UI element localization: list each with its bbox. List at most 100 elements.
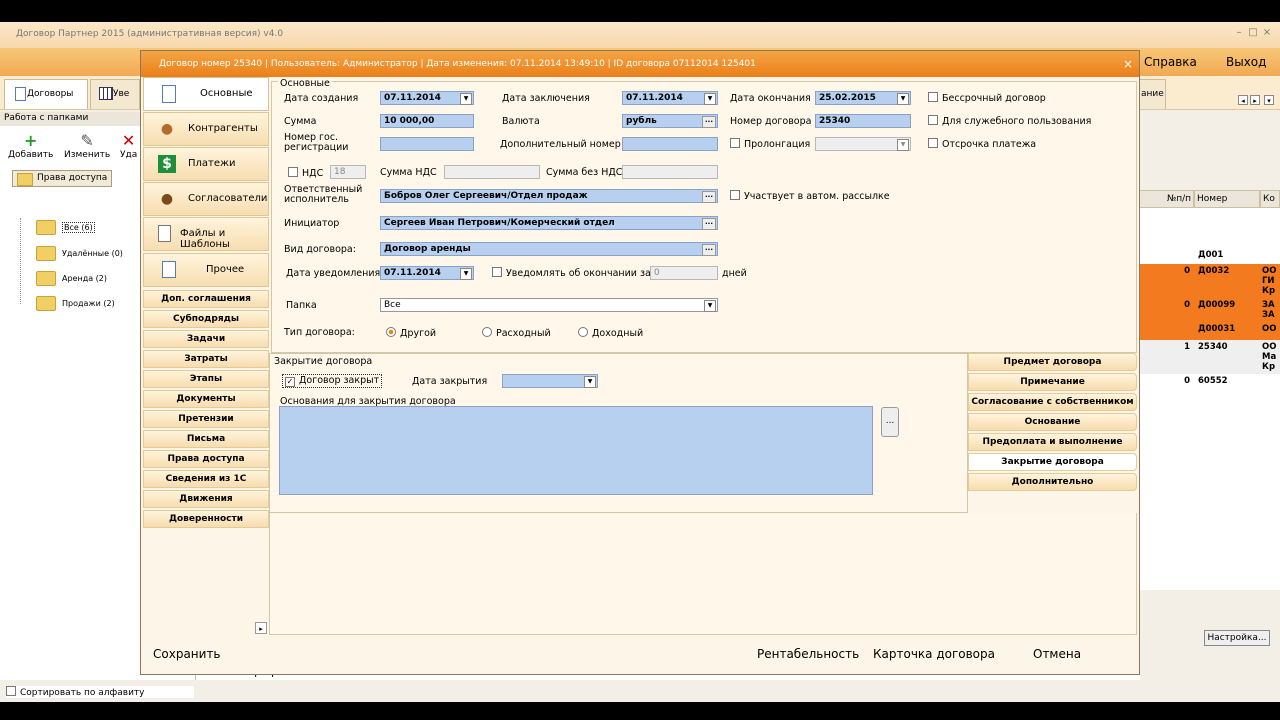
notify-date-field[interactable]: 07.11.2014 ▼ (380, 266, 474, 280)
tab-notifications[interactable]: Уве (90, 79, 140, 109)
auto-mailing-checkbox[interactable]: Участвует в автом. рассылке (730, 190, 890, 202)
delete-button[interactable]: ✕ Уда (120, 132, 137, 161)
tab-scroll-right-icon[interactable]: ▸ (1250, 95, 1260, 105)
side-tab-payments[interactable]: $ Платежи (143, 147, 269, 181)
right-tab-6[interactable]: Закрытие договора (968, 453, 1137, 471)
table-row[interactable]: Д00031 ОО (1136, 322, 1280, 340)
kind-expense-radio[interactable]: Расходный (482, 327, 551, 339)
close-date-field[interactable]: ▼ (502, 374, 598, 388)
folder-select[interactable]: Все ▼ (380, 298, 718, 312)
side-tab-approvers[interactable]: ● Согласователи (143, 182, 269, 216)
vat-rate-field[interactable]: 18 (330, 165, 366, 179)
currency-field[interactable]: рубль... (622, 114, 718, 128)
notify-end-checkbox[interactable]: Уведомлять об окончании за (492, 267, 651, 279)
right-tab-2[interactable]: Примечание (968, 373, 1137, 391)
side-tab-other[interactable]: Прочее (143, 253, 269, 287)
menu-exit[interactable]: Выход (1226, 55, 1266, 69)
created-date-field[interactable]: 07.11.2014 ▼ (380, 91, 474, 105)
prolongation-checkbox[interactable]: Пролонгация (730, 138, 810, 150)
dropdown-icon[interactable]: ▼ (460, 93, 472, 105)
side-tab-counterparties[interactable]: ● Контрагенты (143, 112, 269, 146)
internal-use-checkbox[interactable]: Для служебного пользования (928, 115, 1091, 127)
sum-field[interactable]: 10 000,00 (380, 114, 474, 128)
contract-closed-checkbox[interactable]: ✓ Договор закрыт (282, 374, 383, 388)
table-row[interactable]: 1 25340 ОО Ма Кр (1136, 340, 1280, 374)
contract-card-button[interactable]: Карточка договора (873, 647, 995, 661)
tab-contracts[interactable]: Договоры (4, 79, 88, 109)
dropdown-icon[interactable]: ▼ (584, 376, 596, 388)
ellipsis-icon[interactable]: ... (702, 244, 716, 256)
menu-help[interactable]: Справка (1144, 55, 1197, 69)
tab-list-icon[interactable]: ▾ (1264, 95, 1274, 105)
column-header-index[interactable]: №п/п (1136, 190, 1194, 208)
side-tab-main[interactable]: Основные (143, 77, 269, 111)
side-tab-files[interactable]: Файлы и Шаблоны (143, 217, 269, 251)
close-reasons-button[interactable]: ... (881, 407, 899, 437)
close-reasons-textarea[interactable] (279, 406, 873, 495)
right-tab-5[interactable]: Предоплата и выполнение работ (968, 433, 1137, 463)
maximize-icon[interactable]: □ (1248, 28, 1258, 38)
dialog-close-icon[interactable]: × (1121, 57, 1135, 71)
ellipsis-icon[interactable]: ... (702, 191, 716, 203)
access-rights-button[interactable]: Права доступа (12, 170, 112, 187)
side-tab-10[interactable]: Сведения из 1С (143, 470, 269, 488)
payment-deferral-checkbox[interactable]: Отсрочка платежа (928, 138, 1036, 150)
close-icon[interactable]: × (1262, 28, 1272, 38)
kind-other-radio[interactable]: Другой (386, 327, 436, 339)
sum-without-vat-field[interactable] (622, 165, 718, 179)
profitability-button[interactable]: Рентабельность (757, 647, 859, 661)
folder-deleted[interactable]: Удалённые (0) (36, 246, 123, 261)
table-row[interactable]: 0 60552 (1136, 374, 1280, 392)
right-tab-1[interactable]: Предмет договора (968, 353, 1137, 371)
dropdown-icon[interactable]: ▼ (704, 93, 716, 105)
gosreg-field[interactable] (380, 137, 474, 151)
initiator-field[interactable]: Сергеев Иван Петрович/Комерческий отдел.… (380, 216, 718, 230)
concluded-date-field[interactable]: 07.11.2014 ▼ (622, 91, 718, 105)
sort-alphabet-checkbox[interactable]: Сортировать по алфавиту (6, 686, 194, 698)
side-tab-2[interactable]: Субподряды (143, 310, 269, 328)
column-header-company[interactable]: Ко (1260, 190, 1280, 208)
minimize-icon[interactable]: – (1234, 28, 1244, 38)
side-tab-8[interactable]: Письма (143, 430, 269, 448)
right-tab-4[interactable]: Основание (968, 413, 1137, 431)
dropdown-icon[interactable]: ▼ (897, 139, 909, 151)
cancel-button[interactable]: Отмена (1033, 647, 1081, 661)
folder-rent[interactable]: Аренда (2) (36, 271, 107, 286)
kind-income-radio[interactable]: Доходный (578, 327, 643, 339)
dropdown-icon[interactable]: ▼ (897, 93, 909, 105)
folder-sales[interactable]: Продажи (2) (36, 296, 115, 311)
tab-partial[interactable]: ание (1136, 79, 1166, 109)
edit-button[interactable]: ✎ Изменить (64, 132, 110, 161)
add-button[interactable]: + Добавить (8, 132, 53, 161)
folder-all[interactable]: Все (6) (36, 220, 95, 235)
settings-button[interactable]: Настройка... (1204, 630, 1270, 646)
side-tab-11[interactable]: Движения (143, 490, 269, 508)
additional-number-field[interactable] (622, 137, 718, 151)
vat-checkbox[interactable]: НДС (288, 167, 323, 179)
dropdown-icon[interactable]: ▼ (460, 268, 472, 280)
save-button[interactable]: Сохранить (153, 647, 221, 661)
ellipsis-icon[interactable]: ... (702, 218, 716, 230)
contract-number-field[interactable]: 25340 (815, 114, 911, 128)
table-row[interactable]: 0 Д0032 ОО ГИ Кр (1136, 264, 1280, 298)
prolongation-select[interactable]: ▼ (815, 137, 911, 151)
sidebar-scroll-icon[interactable]: ▸ (255, 622, 267, 634)
side-tab-3[interactable]: Задачи (143, 330, 269, 348)
contract-type-field[interactable]: Договор аренды... (380, 242, 718, 256)
side-tab-12[interactable]: Доверенности (143, 510, 269, 528)
side-tab-5[interactable]: Этапы (143, 370, 269, 388)
notify-days-field[interactable]: 0 (650, 266, 718, 280)
vat-sum-field[interactable] (444, 165, 540, 179)
table-row[interactable]: 0 Д00099 ЗА ЗА (1136, 298, 1280, 322)
side-tab-7[interactable]: Претензии (143, 410, 269, 428)
ellipsis-icon[interactable]: ... (702, 116, 716, 128)
side-tab-4[interactable]: Затраты (143, 350, 269, 368)
indefinite-checkbox[interactable]: Бессрочный договор (928, 92, 1046, 104)
side-tab-1[interactable]: Доп. соглашения (143, 290, 269, 308)
dropdown-icon[interactable]: ▼ (704, 300, 716, 312)
tab-scroll-left-icon[interactable]: ◂ (1238, 95, 1248, 105)
end-date-field[interactable]: 25.02.2015 ▼ (815, 91, 911, 105)
table-row[interactable]: Д001 (1136, 248, 1280, 264)
responsible-field[interactable]: Бобров Олег Сергеевич/Отдел продаж... (380, 189, 718, 203)
right-tab-3[interactable]: Согласование с собственником (968, 393, 1137, 411)
